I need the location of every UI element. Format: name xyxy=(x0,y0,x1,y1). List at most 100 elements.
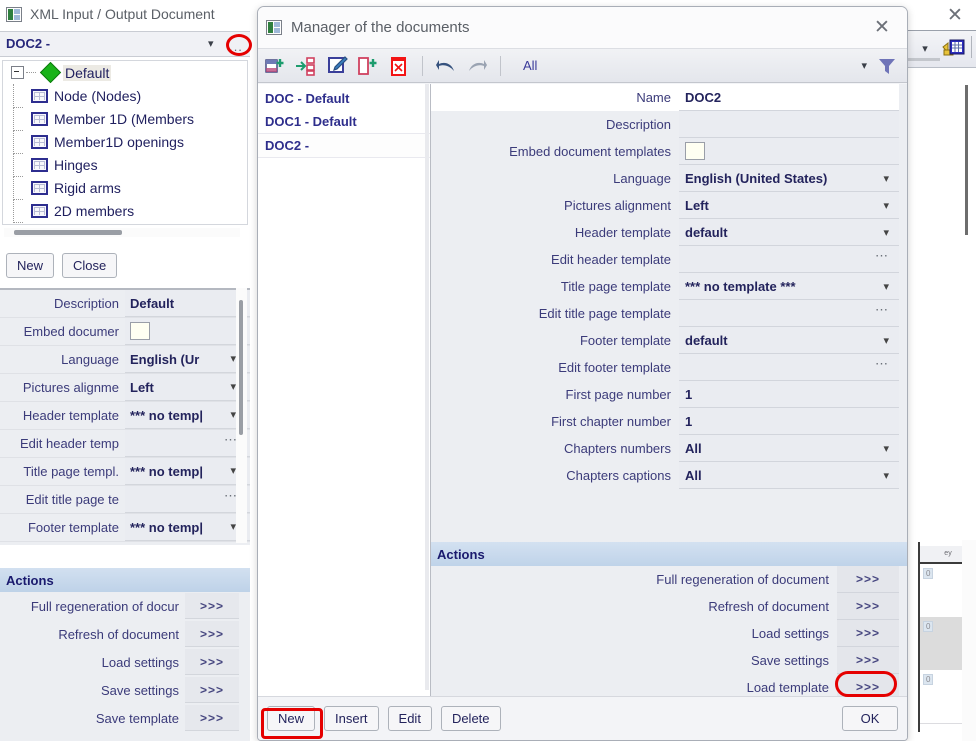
property-row[interactable]: Name DOC2 xyxy=(431,84,907,111)
chevron-down-icon[interactable]: ▾ xyxy=(883,334,889,347)
property-row[interactable]: Edit footer template ⋯ xyxy=(431,354,907,381)
property-value[interactable]: *** no temp| ▾ xyxy=(125,458,250,485)
edit-button[interactable]: Edit xyxy=(388,706,432,731)
delete-button[interactable]: Delete xyxy=(441,706,501,731)
load-settings-button[interactable]: >>> xyxy=(837,620,899,647)
delete-document-icon[interactable] xyxy=(388,55,410,77)
property-row[interactable]: Language English (Ur ▾ xyxy=(0,346,250,374)
collapse-box-icon[interactable] xyxy=(11,66,24,79)
chevron-down-icon[interactable]: ▾ xyxy=(883,172,889,185)
action-run-button[interactable]: >>> xyxy=(185,705,239,731)
property-row[interactable]: Footer template default ▾ xyxy=(431,327,907,354)
action-row[interactable]: Save template >>> xyxy=(0,704,250,732)
tree-root-node[interactable]: Default xyxy=(3,61,247,84)
property-value[interactable]: ⋯ xyxy=(125,430,250,457)
embed-document-templates-checkbox[interactable] xyxy=(685,142,705,160)
tree-item[interactable]: Rigid arms xyxy=(3,176,247,199)
background-window-close-icon[interactable]: ✕ xyxy=(935,0,975,30)
chapters-numbers-combo[interactable]: All ▾ xyxy=(679,435,899,462)
ellipsis-button-icon[interactable]: ⋯ xyxy=(875,248,889,264)
chevron-down-icon[interactable]: ▾ xyxy=(883,199,889,212)
property-row[interactable]: Edit title page te ⋯ xyxy=(0,486,250,514)
edit-document-icon[interactable] xyxy=(326,55,348,77)
action-row[interactable]: Load settings >>> xyxy=(431,620,907,647)
title-page-template-combo[interactable]: *** no template *** ▾ xyxy=(679,273,899,300)
edit-footer-template-field[interactable]: ⋯ xyxy=(679,354,899,381)
header-template-combo[interactable]: default ▾ xyxy=(679,219,899,246)
close-icon[interactable]: ✕ xyxy=(865,13,899,43)
tree-item[interactable]: Node (Nodes) xyxy=(3,84,247,107)
chevron-down-icon[interactable]: ▾ xyxy=(861,59,867,72)
action-run-button[interactable]: >>> xyxy=(185,621,239,647)
property-row[interactable]: Pictures alignment Left ▾ xyxy=(431,192,907,219)
property-value[interactable]: Left ▾ xyxy=(125,374,250,401)
action-row[interactable]: Load template >>> xyxy=(431,674,907,696)
action-row[interactable]: Full regeneration of document >>> xyxy=(431,566,907,593)
action-row[interactable]: Full regeneration of docur >>> xyxy=(0,592,250,620)
property-value[interactable]: English (Ur ▾ xyxy=(125,346,250,373)
name-field[interactable]: DOC2 xyxy=(679,84,899,111)
description-field[interactable] xyxy=(679,111,899,138)
language-combo[interactable]: English (United States) ▾ xyxy=(679,165,899,192)
action-row[interactable]: Refresh of document >>> xyxy=(431,593,907,620)
property-row[interactable]: Footer template *** no temp| ▾ xyxy=(0,514,250,542)
property-row[interactable]: First page number 1 xyxy=(431,381,907,408)
action-run-button[interactable]: >>> xyxy=(185,649,239,675)
documents-list[interactable]: DOC - Default DOC1 - Default DOC2 - xyxy=(258,84,431,696)
property-row[interactable]: First chapter number 1 xyxy=(431,408,907,435)
load-template-button[interactable]: >>> xyxy=(837,674,899,696)
save-settings-button[interactable]: >>> xyxy=(837,647,899,674)
pictures-alignment-combo[interactable]: Left ▾ xyxy=(679,192,899,219)
action-row[interactable]: Save settings >>> xyxy=(0,676,250,704)
copy-document-icon[interactable] xyxy=(357,55,379,77)
property-row[interactable]: Embed documer xyxy=(0,318,250,346)
tree-item[interactable]: Member 1D (Members xyxy=(3,107,247,130)
table-grid-icon[interactable] xyxy=(941,37,967,59)
tree-horizontal-scrollbar[interactable] xyxy=(14,230,122,235)
footer-template-combo[interactable]: default ▾ xyxy=(679,327,899,354)
property-row[interactable]: Header template *** no temp| ▾ xyxy=(0,402,250,430)
edit-header-template-field[interactable]: ⋯ xyxy=(679,246,899,273)
list-item-selected[interactable]: DOC2 - xyxy=(258,133,430,158)
property-value[interactable]: *** no temp| ▾ xyxy=(125,402,250,429)
property-row[interactable]: Title page templ. *** no temp| ▾ xyxy=(0,458,250,486)
property-value[interactable]: Default xyxy=(125,290,250,317)
redo-icon[interactable] xyxy=(466,55,488,77)
edit-title-page-template-field[interactable]: ⋯ xyxy=(679,300,899,327)
new-document-icon[interactable] xyxy=(264,55,286,77)
action-row[interactable]: Refresh of document >>> xyxy=(0,620,250,648)
ellipsis-button-icon[interactable]: ⋯ xyxy=(875,302,889,318)
close-button[interactable]: Close xyxy=(62,253,117,278)
tree-item[interactable]: Member1D openings xyxy=(3,130,247,153)
property-value[interactable]: *** no temp| ▾ xyxy=(125,514,250,541)
property-row[interactable]: Title page template *** no template *** … xyxy=(431,273,907,300)
background-vertical-scrollbar[interactable] xyxy=(965,85,968,235)
property-row[interactable]: Header template default ▾ xyxy=(431,219,907,246)
chevron-down-icon[interactable]: ▾ xyxy=(883,442,889,455)
action-row[interactable]: Load settings >>> xyxy=(0,648,250,676)
chevron-down-icon[interactable]: ▾ xyxy=(883,469,889,482)
document-selector-combo[interactable]: DOC2 - ▾ ... xyxy=(0,31,250,57)
funnel-filter-icon[interactable] xyxy=(877,56,897,76)
undo-icon[interactable] xyxy=(435,55,457,77)
tree-item[interactable]: Hinges xyxy=(3,153,247,176)
insert-button[interactable]: Insert xyxy=(324,706,379,731)
property-row[interactable]: Chapters numbers All ▾ xyxy=(431,435,907,462)
list-item[interactable]: DOC - Default xyxy=(258,87,430,110)
first-page-number-field[interactable]: 1 xyxy=(679,381,899,408)
document-tree[interactable]: Default Node (Nodes) Member 1D (Members … xyxy=(2,60,248,225)
list-item[interactable]: DOC1 - Default xyxy=(258,110,430,133)
property-row[interactable]: Pictures alignme Left ▾ xyxy=(0,374,250,402)
action-run-button[interactable]: >>> xyxy=(185,593,239,619)
left-properties-scrollbar[interactable] xyxy=(239,300,243,435)
property-value[interactable]: ⋯ xyxy=(125,486,250,513)
background-chevron-down-icon[interactable]: ▾ xyxy=(912,38,938,58)
property-value[interactable] xyxy=(125,318,250,345)
embed-templates-checkbox[interactable] xyxy=(130,322,150,340)
new-button[interactable]: New xyxy=(267,706,315,731)
ellipsis-button-icon[interactable]: ... xyxy=(226,35,246,56)
chevron-down-icon[interactable]: ▾ xyxy=(208,37,214,50)
property-row[interactable]: Chapters captions All ▾ xyxy=(431,462,907,489)
list-scrollbar[interactable] xyxy=(425,84,429,690)
property-row[interactable]: Description xyxy=(431,111,907,138)
